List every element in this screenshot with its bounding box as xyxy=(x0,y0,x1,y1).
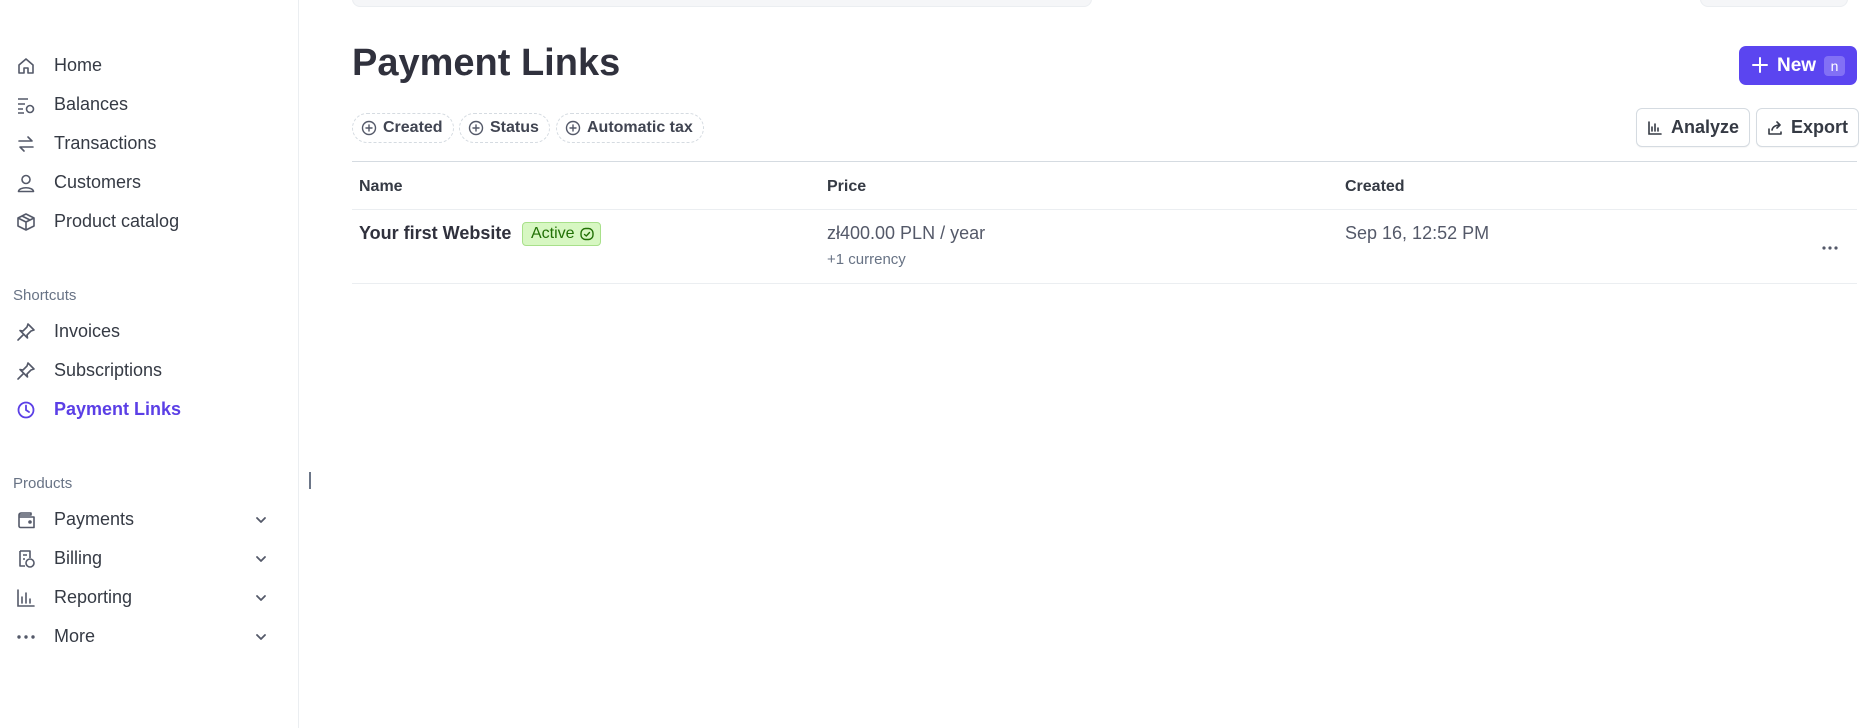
export-button[interactable]: Export xyxy=(1756,108,1860,147)
products-section-title: Products xyxy=(13,475,73,492)
created-date: Sep 16, 12:52 PM xyxy=(1345,223,1490,243)
pin-icon xyxy=(16,361,36,381)
chevron-down-icon[interactable] xyxy=(253,551,269,567)
payment-link-name[interactable]: Your first Website xyxy=(359,223,511,244)
sidebar-item-payment-links[interactable]: Payment Links xyxy=(0,391,299,427)
analyze-button[interactable]: Analyze xyxy=(1636,108,1751,147)
sidebar-item-label: Invoices xyxy=(54,320,121,341)
chevron-down-icon[interactable] xyxy=(253,590,269,606)
sidebar-item-balances[interactable]: Balances xyxy=(0,86,299,122)
table-divider xyxy=(352,283,1857,284)
export-label: Export xyxy=(1791,117,1849,137)
box-icon xyxy=(16,212,36,232)
table-divider xyxy=(352,161,1857,162)
sidebar-item-billing[interactable]: Billing xyxy=(0,540,299,576)
sidebar-item-transactions[interactable]: Transactions xyxy=(0,125,299,161)
new-button-label: New xyxy=(1777,55,1817,76)
sidebar-item-invoices[interactable]: Invoices xyxy=(0,313,299,349)
sidebar-item-label: Payment Links xyxy=(54,398,182,419)
page-title: Payment Links xyxy=(352,42,621,84)
export-icon xyxy=(1768,120,1782,135)
filter-label: Status xyxy=(490,119,539,136)
sidebar-item-payments[interactable]: Payments xyxy=(0,501,299,537)
new-button[interactable]: New n xyxy=(1739,46,1857,85)
price-currency-count: +1 currency xyxy=(827,251,906,268)
shortcuts-section-title: Shortcuts xyxy=(13,287,77,304)
billing-icon xyxy=(16,549,36,569)
chevron-down-icon[interactable] xyxy=(253,512,269,528)
add-circle-icon xyxy=(468,120,484,136)
plus-icon xyxy=(1751,56,1769,74)
sidebar-item-label: Reporting xyxy=(54,586,133,607)
sidebar-item-label: More xyxy=(54,625,96,646)
analyze-label: Analyze xyxy=(1671,117,1740,137)
status-badge: Active xyxy=(522,222,601,246)
clock-icon xyxy=(16,400,36,420)
sidebar-item-label: Customers xyxy=(54,171,142,192)
sidebar-item-label: Payments xyxy=(54,508,135,529)
sidebar-item-customers[interactable]: Customers xyxy=(0,164,299,200)
status-label: Active xyxy=(531,225,575,242)
filter-automatic-tax[interactable]: Automatic tax xyxy=(556,113,704,143)
pin-icon xyxy=(16,322,36,342)
filter-label: Created xyxy=(383,119,443,136)
sidebar-item-label: Balances xyxy=(54,93,129,114)
row-more-icon[interactable] xyxy=(1820,240,1840,256)
sidebar: Home Balances Transactions Customers Pro… xyxy=(0,0,299,728)
chevron-down-icon[interactable] xyxy=(253,629,269,645)
sidebar-item-label: Home xyxy=(54,54,103,75)
dots-icon xyxy=(16,627,36,647)
add-circle-icon xyxy=(565,120,581,136)
arrows-icon xyxy=(16,134,36,154)
person-icon xyxy=(16,173,36,193)
sidebar-item-label: Product catalog xyxy=(54,210,180,231)
bar-chart-icon xyxy=(16,588,36,608)
filter-status[interactable]: Status xyxy=(459,113,550,143)
sidebar-item-subscriptions[interactable]: Subscriptions xyxy=(0,352,299,388)
check-circle-icon xyxy=(579,227,594,241)
add-circle-icon xyxy=(361,120,377,136)
keyboard-shortcut-badge: n xyxy=(1824,56,1845,76)
search-bar[interactable] xyxy=(352,0,1092,7)
top-right-control[interactable] xyxy=(1700,0,1848,7)
filter-created[interactable]: Created xyxy=(352,113,454,143)
column-header-name[interactable]: Name xyxy=(359,178,403,196)
sidebar-item-label: Billing xyxy=(54,547,103,568)
balances-icon xyxy=(16,95,36,115)
table-divider xyxy=(352,209,1857,210)
home-icon xyxy=(16,56,36,76)
bar-chart-icon xyxy=(1648,120,1662,135)
sidebar-item-product-catalog[interactable]: Product catalog xyxy=(0,203,299,239)
price-value: zł400.00 PLN / year xyxy=(827,223,986,243)
filter-label: Automatic tax xyxy=(587,119,693,136)
sidebar-item-more[interactable]: More xyxy=(0,618,299,654)
column-header-price[interactable]: Price xyxy=(827,178,866,196)
wallet-icon xyxy=(16,510,36,530)
sidebar-resize-handle[interactable] xyxy=(309,472,311,489)
column-header-created[interactable]: Created xyxy=(1345,178,1405,196)
sidebar-item-reporting[interactable]: Reporting xyxy=(0,579,299,615)
sidebar-item-home[interactable]: Home xyxy=(0,47,299,83)
sidebar-item-label: Transactions xyxy=(54,132,157,153)
sidebar-item-label: Subscriptions xyxy=(54,359,163,380)
